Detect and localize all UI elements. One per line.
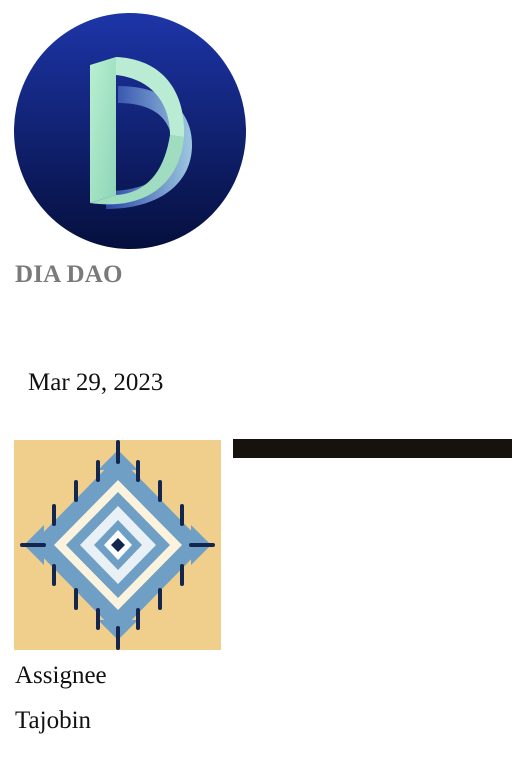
tribal-diamond-pattern-icon <box>14 440 221 650</box>
org-name: DIA DAO <box>15 261 123 288</box>
date-label: Mar 29, 2023 <box>28 369 164 396</box>
dia-dao-logo-icon <box>14 13 246 249</box>
assignee-value: Tajobin <box>15 707 92 734</box>
assignee-label: Assignee <box>15 662 107 689</box>
org-logo <box>14 13 246 249</box>
card-image[interactable] <box>14 440 221 650</box>
dark-divider-bar <box>233 439 512 458</box>
